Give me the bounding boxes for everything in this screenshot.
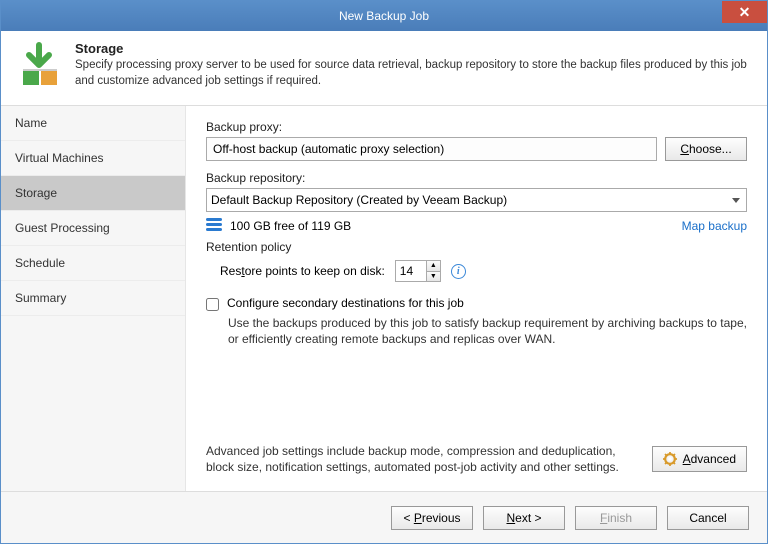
storage-page-icon (15, 41, 63, 89)
wizard-footer: < PreviousPrevious Next >Next FinishFini… (1, 491, 767, 543)
map-backup-link[interactable]: Map backup (682, 219, 747, 233)
page-header: Storage Specify processing proxy server … (1, 31, 767, 106)
wizard-window: New Backup Job ✕ Storage Specify process… (0, 0, 768, 544)
restore-points-input[interactable] (396, 261, 426, 281)
sidebar-item-virtual-machines[interactable]: Virtual Machines (1, 141, 185, 176)
next-button[interactable]: Next >Next (483, 506, 565, 530)
backup-proxy-field[interactable] (206, 137, 657, 161)
sidebar-item-summary[interactable]: Summary (1, 281, 185, 316)
sidebar-item-guest-processing[interactable]: Guest Processing (1, 211, 185, 246)
main-panel: Backup proxy: CChoose...hoose... Backup … (186, 106, 767, 491)
previous-button[interactable]: < PreviousPrevious (391, 506, 473, 530)
backup-repository-select[interactable]: Default Backup Repository (Created by Ve… (206, 188, 747, 212)
secondary-destinations-desc: Use the backups produced by this job to … (228, 315, 747, 347)
free-space-text: 100 GB free of 119 GB (230, 219, 674, 233)
close-button[interactable]: ✕ (722, 1, 767, 23)
restore-points-spinner[interactable]: ▲ ▼ (395, 260, 441, 282)
cancel-button[interactable]: Cancel (667, 506, 749, 530)
secondary-destinations-checkbox[interactable] (206, 298, 219, 311)
backup-repository-label: Backup repository: (206, 171, 747, 185)
spinner-down-icon[interactable]: ▼ (427, 272, 440, 282)
restore-points-label: Restore points to keep on disk:Restore p… (220, 264, 385, 278)
retention-policy-label: Retention policy (206, 240, 747, 254)
secondary-destinations-label: Configure secondary destinations for thi… (227, 296, 464, 310)
backup-proxy-label: Backup proxy: (206, 120, 747, 134)
info-icon[interactable]: i (451, 264, 466, 279)
advanced-desc: Advanced job settings include backup mod… (206, 443, 638, 475)
spinner-up-icon[interactable]: ▲ (427, 261, 440, 272)
page-description: Specify processing proxy server to be us… (75, 58, 753, 89)
sidebar-item-name[interactable]: Name (1, 106, 185, 141)
advanced-button[interactable]: AdvancedAdvanced (652, 446, 747, 472)
page-title: Storage (75, 41, 753, 56)
window-title: New Backup Job (339, 9, 429, 23)
finish-button: FinishFinish (575, 506, 657, 530)
sidebar-item-schedule[interactable]: Schedule (1, 246, 185, 281)
backup-repository-value: Default Backup Repository (Created by Ve… (211, 193, 507, 207)
gear-icon (663, 452, 677, 466)
disk-stack-icon (206, 218, 222, 234)
titlebar: New Backup Job ✕ (1, 1, 767, 31)
sidebar-item-storage[interactable]: Storage (1, 176, 185, 211)
choose-proxy-button[interactable]: CChoose...hoose... (665, 137, 747, 161)
wizard-sidebar: Name Virtual Machines Storage Guest Proc… (1, 106, 186, 491)
